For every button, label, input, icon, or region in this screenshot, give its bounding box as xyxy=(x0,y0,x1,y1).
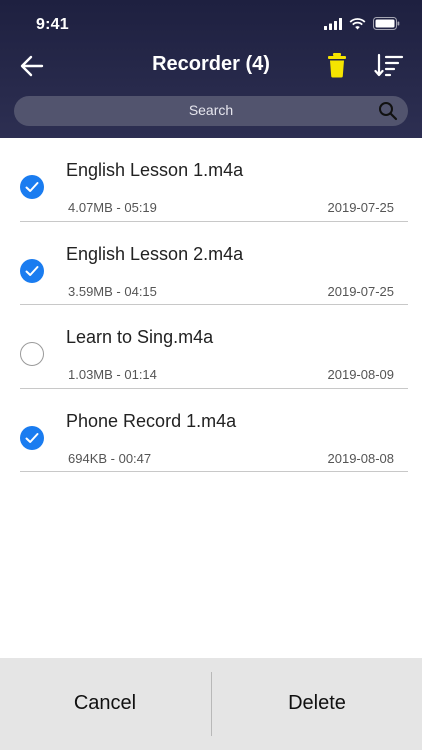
status-bar: 9:41 xyxy=(0,0,422,50)
file-date: 2019-08-08 xyxy=(327,450,395,466)
checkbox[interactable] xyxy=(20,175,44,199)
list-item[interactable]: Learn to Sing.m4a 1.03MB - 01:14 2019-08… xyxy=(0,305,422,389)
battery-icon xyxy=(373,17,400,30)
delete-button[interactable]: Delete xyxy=(212,658,422,750)
file-size-duration: 1.03MB - 01:14 xyxy=(68,367,157,382)
file-date: 2019-07-25 xyxy=(327,283,395,299)
list-item[interactable]: English Lesson 2.m4a 3.59MB - 04:15 2019… xyxy=(0,222,422,305)
file-name: English Lesson 2.m4a xyxy=(66,243,244,264)
search-input[interactable]: Search xyxy=(14,96,408,126)
wifi-icon xyxy=(349,17,366,29)
file-name: English Lesson 1.m4a xyxy=(66,160,244,180)
checkbox[interactable] xyxy=(20,342,44,366)
file-date: 2019-08-09 xyxy=(327,367,395,382)
checkmark-icon xyxy=(25,265,39,276)
list-item[interactable]: English Lesson 1.m4a 4.07MB - 05:19 2019… xyxy=(0,138,422,222)
delete-icon-button[interactable] xyxy=(326,52,348,78)
checkmark-icon xyxy=(25,432,39,443)
action-bar: Cancel Delete xyxy=(0,658,422,750)
file-date: 2019-07-25 xyxy=(327,200,395,215)
file-size-duration: 4.07MB - 05:19 xyxy=(68,200,157,215)
sort-button[interactable] xyxy=(374,52,404,78)
cancel-button[interactable]: Cancel xyxy=(0,658,210,750)
checkbox[interactable] xyxy=(20,425,44,450)
file-size-duration: 694KB - 00:47 xyxy=(68,450,152,466)
file-name: Learn to Sing.m4a xyxy=(66,327,214,347)
checkbox[interactable] xyxy=(20,258,44,283)
sort-icon xyxy=(374,53,404,77)
nav-bar: Recorder (4) xyxy=(0,44,422,88)
file-size-duration: 3.59MB - 04:15 xyxy=(68,283,157,299)
status-time: 9:41 xyxy=(36,16,69,33)
list-item[interactable]: Phone Record 1.m4a 694KB - 00:47 2019-08… xyxy=(0,389,422,472)
file-name: Phone Record 1.m4a xyxy=(66,410,237,431)
search-placeholder: Search xyxy=(188,102,234,118)
signal-icon xyxy=(324,17,342,30)
search-icon[interactable] xyxy=(378,101,398,121)
page-title: Recorder (4) xyxy=(152,53,270,75)
checkmark-icon xyxy=(25,182,39,192)
divider xyxy=(20,471,408,472)
recording-list: English Lesson 1.m4a 4.07MB - 05:19 2019… xyxy=(0,138,422,472)
status-icons xyxy=(324,17,400,30)
trash-icon xyxy=(328,53,346,78)
app-header: 9:41 Recorder (4) Search xyxy=(0,0,422,138)
